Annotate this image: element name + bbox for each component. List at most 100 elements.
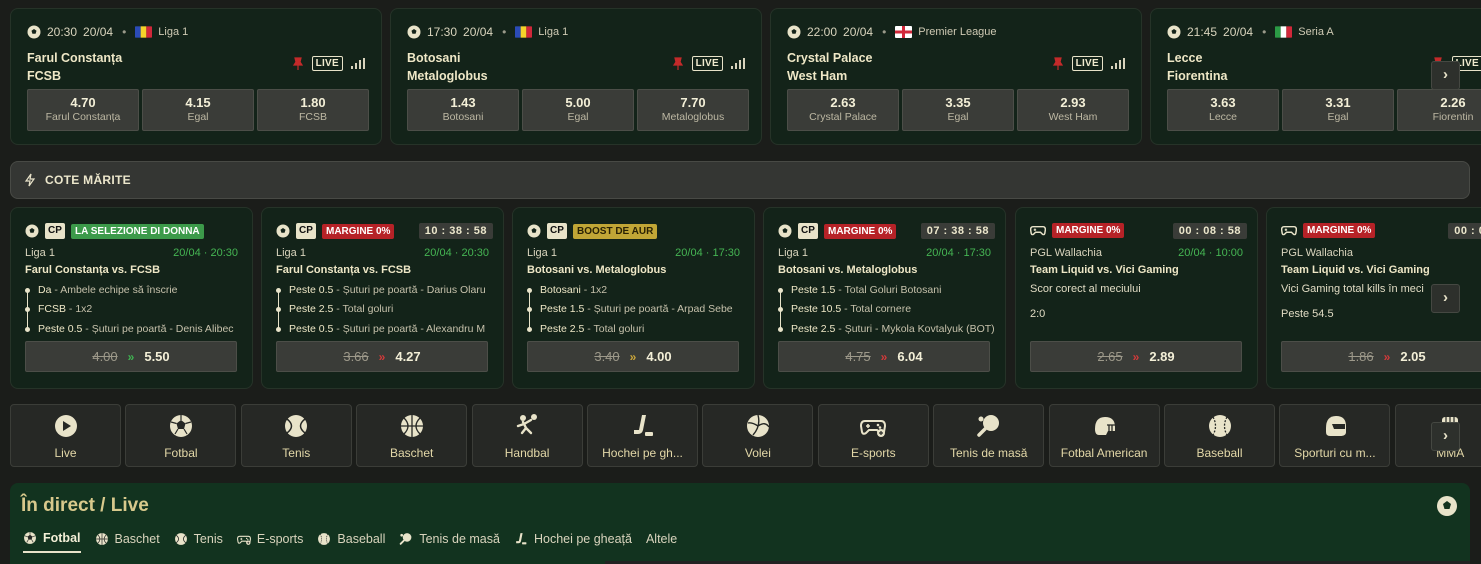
odds-button[interactable]: 2.93 West Ham — [1017, 89, 1129, 131]
separator: • — [882, 25, 887, 39]
handball-icon — [516, 414, 538, 435]
sport-tile-sporturi-cu-m[interactable]: Sporturi cu m... — [1279, 404, 1391, 467]
tennis-icon — [285, 415, 308, 437]
boost-card[interactable]: CP LA SELEZIONE DI DONNA Liga 1 20/04 · … — [10, 207, 253, 389]
odds-button[interactable]: 7.70 Metaloglobus — [637, 89, 749, 131]
odds-value: 4.15 — [185, 95, 211, 110]
live-badge: LIVE — [1071, 56, 1103, 71]
boost-card[interactable]: CP MARGINE 0% 10 : 38 : 58 Liga 1 20/04 … — [261, 207, 504, 389]
country-flag-icon — [895, 26, 913, 38]
live-tab-e-sports[interactable]: E-sports — [236, 531, 303, 553]
sports-next-arrow[interactable]: › — [1431, 422, 1460, 451]
odds-button[interactable]: 4.70 Farul Constanța — [27, 89, 139, 131]
pin-icon[interactable] — [672, 56, 684, 71]
odds-button[interactable]: 1.43 Botosani — [407, 89, 519, 131]
match-teams[interactable]: Farul Constanța FCSB — [27, 49, 122, 85]
odds-button[interactable]: 3.35 Egal — [902, 89, 1014, 131]
match-card[interactable]: 22:00 20/04 • Premier League Crystal Pal… — [770, 8, 1142, 145]
boosted-odds-button[interactable]: 3.66 » 4.27 — [276, 341, 488, 372]
gamepad-icon — [1281, 225, 1297, 235]
boosted-odds-button[interactable]: 4.75 » 6.04 — [778, 341, 990, 372]
boosted-odds-list: CP LA SELEZIONE DI DONNA Liga 1 20/04 · … — [10, 207, 1481, 389]
boosted-odds-button[interactable]: 1.86 » 2.05 — [1281, 341, 1481, 372]
stats-bars-icon[interactable] — [731, 58, 745, 69]
stats-bars-icon[interactable] — [351, 58, 365, 69]
odds-button[interactable]: 2.63 Crystal Palace — [787, 89, 899, 131]
selection-bullet — [778, 326, 783, 332]
pin-icon[interactable] — [292, 56, 304, 71]
selection-market: - 1x2 — [66, 303, 93, 315]
live-tab-altele[interactable]: Altele — [646, 531, 677, 553]
odds-button[interactable]: 4.15 Egal — [142, 89, 254, 131]
live-tab-hochei-pe-ghea-[interactable]: Hochei pe gheață — [514, 531, 632, 553]
match-teams[interactable]: Botosani Metaloglobus — [407, 49, 488, 85]
countdown-timer: 00 : 08 : 58 — [1172, 223, 1247, 239]
odds-value: 1.80 — [300, 95, 326, 110]
matches-next-arrow[interactable]: › — [1431, 61, 1460, 90]
new-odds: 4.27 — [395, 349, 421, 364]
stats-bars-icon[interactable] — [1111, 58, 1125, 69]
boosted-odds-header[interactable]: COTE MĂRITE — [10, 161, 1470, 199]
boost-event-title: Team Liquid vs. Vici Gaming — [1030, 264, 1179, 276]
boost-event-title: Farul Constanța vs. FCSB — [276, 264, 412, 276]
sport-tile-volei[interactable]: Volei — [702, 404, 814, 467]
hockey-icon — [516, 533, 527, 545]
live-tab-tenis-de-mas-[interactable]: Tenis de masă — [399, 531, 500, 553]
boost-league: Liga 1 — [527, 247, 557, 259]
match-header: 17:30 20/04 • Liga 1 — [407, 25, 568, 39]
double-chevron-icon: » — [378, 349, 386, 364]
match-time: 20:30 — [47, 25, 78, 39]
selection-bullet — [527, 306, 532, 312]
away-team: Metaloglobus — [407, 69, 488, 83]
odds-button[interactable]: 2.26 Fiorentin — [1397, 89, 1481, 131]
sport-tile-fotbal[interactable]: Fotbal — [125, 404, 237, 467]
sports-nav: Live Fotbal Tenis Baschet Handbal Hochei pe g… — [10, 404, 1481, 467]
odds-label: Botosani — [442, 111, 484, 123]
live-tab-tenis[interactable]: Tenis — [174, 531, 223, 553]
boost-card[interactable]: CP MARGINE 0% 07 : 38 : 58 Liga 1 20/04 … — [763, 207, 1006, 389]
live-tab-baschet[interactable]: Baschet — [95, 531, 160, 553]
sport-tile-hochei-pe-gh[interactable]: Hochei pe gh... — [587, 404, 698, 467]
match-teams[interactable]: Lecce Fiorentina — [1167, 49, 1227, 85]
sport-tile-baseball[interactable]: Baseball — [1164, 404, 1275, 467]
football-icon — [787, 25, 801, 39]
odds-button[interactable]: 1.80 FCSB — [257, 89, 369, 131]
odds-button[interactable]: 5.00 Egal — [522, 89, 634, 131]
selection-market: - Total Goluri Botosani — [835, 284, 942, 296]
sport-tile-e-sports[interactable]: E-sports — [817, 404, 929, 467]
sport-tile-tenis-de-mas[interactable]: Tenis de masă — [933, 404, 1045, 467]
promo-tag: MARGINE 0% — [1303, 223, 1376, 238]
sport-label: Tenis de masă — [950, 446, 1028, 460]
live-tab-baseball[interactable]: Baseball — [317, 531, 385, 553]
boosted-odds-button[interactable]: 3.40 » 4.00 — [527, 341, 739, 372]
selection-bullet — [276, 287, 281, 293]
live-section-title: În direct / Live — [21, 495, 149, 516]
sport-tile-fotbal-american[interactable]: Fotbal American — [1048, 404, 1160, 467]
boosts-next-arrow[interactable]: › — [1431, 284, 1460, 313]
odds-value: 2.93 — [1060, 95, 1086, 110]
sport-tile-baschet[interactable]: Baschet — [356, 404, 468, 467]
sport-label: Baseball — [1196, 446, 1243, 460]
live-tab-label: Baseball — [337, 532, 386, 546]
sport-tile-live[interactable]: Live — [10, 404, 121, 467]
boost-card[interactable]: CP BOOST DE AUR Liga 1 20/04 · 17:30 Bot… — [512, 207, 755, 389]
sport-tile-tenis[interactable]: Tenis — [240, 404, 352, 467]
boosted-odds-button[interactable]: 4.00 » 5.50 — [25, 341, 237, 372]
match-card[interactable]: 17:30 20/04 • Liga 1 Botosani Metaloglob… — [390, 8, 762, 145]
pin-icon[interactable] — [1052, 56, 1064, 71]
match-card[interactable]: 20:30 20/04 • Liga 1 Farul Constanța FCS… — [10, 8, 382, 145]
bet-selection: Peste 0.5 - Șuturi pe poartă - Darius Ol… — [276, 284, 496, 296]
boosted-odds-button[interactable]: 2.65 » 2.89 — [1030, 341, 1242, 372]
bet-selection: Peste 1.5 - Șuturi pe poartă - Arpad Seb… — [527, 303, 747, 315]
odds-button[interactable]: 3.63 Lecce — [1167, 89, 1279, 131]
live-tab-fotbal[interactable]: Fotbal — [23, 531, 81, 553]
odds-value: 1.43 — [450, 95, 476, 110]
match-teams[interactable]: Crystal Palace West Ham — [787, 49, 872, 85]
boost-card[interactable]: MARGINE 0% 00 : 08 : 58 PGL Wallachia 20… — [1015, 207, 1258, 389]
selection-market: - Șuturi pe poartă - Alexandru M — [333, 323, 486, 335]
sport-tile-handbal[interactable]: Handbal — [471, 404, 583, 467]
odds-button[interactable]: 3.31 Egal — [1282, 89, 1394, 131]
basketball-icon — [400, 415, 423, 437]
featured-matches: 20:30 20/04 • Liga 1 Farul Constanța FCS… — [10, 8, 1481, 145]
home-team: Farul Constanța — [27, 51, 123, 65]
